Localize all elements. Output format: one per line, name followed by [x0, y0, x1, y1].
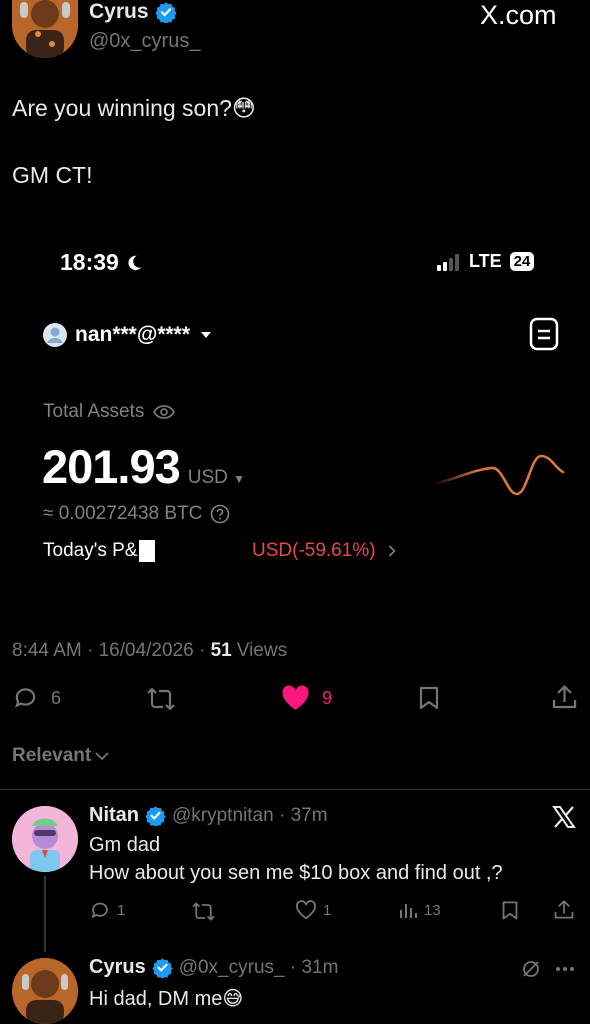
reply-count: 6 — [51, 687, 62, 708]
post-text-line1: Are you winning son?😳 — [12, 95, 256, 121]
reply-view-count: 13 — [424, 901, 441, 919]
reply-like-count: 1 — [323, 901, 332, 919]
reply-reply-action[interactable]: 1 — [89, 900, 125, 921]
todays-pnl-label: Today's P& — [43, 540, 138, 561]
network-label: LTE — [469, 251, 502, 271]
embedded-screenshot[interactable]: 18:39 LTE 24 nan***@**** Total Assets 20… — [0, 225, 590, 620]
total-assets-value: 201.93 — [42, 440, 181, 493]
reply-avatar-nitan[interactable] — [12, 806, 78, 872]
reply-header: Nitan @kryptnitan · 37m — [89, 804, 328, 827]
total-assets-row: 201.93 USD ▼ — [42, 439, 245, 494]
post-time[interactable]: 8:44 AM — [12, 640, 82, 662]
chevron-down-icon — [95, 751, 109, 761]
reply-icon — [12, 685, 39, 711]
share-icon[interactable] — [554, 899, 574, 921]
verified-badge-icon — [152, 957, 173, 978]
heart-outline-icon — [295, 900, 317, 920]
chevron-right-icon — [388, 545, 396, 557]
reply-text-line2: How about you sen me $10 box and find ou… — [89, 862, 503, 884]
status-right: LTE 24 — [437, 251, 535, 272]
share-icon[interactable] — [552, 684, 577, 711]
reply-author-handle[interactable]: @kryptnitan — [172, 805, 274, 827]
reply2-age[interactable]: 31m — [301, 957, 338, 979]
repost-icon[interactable] — [146, 686, 176, 712]
x-logo-icon — [552, 805, 576, 829]
reply-avatar-cyrus[interactable] — [12, 958, 78, 1024]
grok-icon[interactable] — [521, 959, 541, 979]
status-time-group: 18:39 — [60, 249, 143, 276]
reply-like-action[interactable]: 1 — [295, 900, 331, 920]
reply-views[interactable]: 13 — [398, 900, 441, 920]
account-label: nan***@**** — [75, 323, 191, 346]
reply-text-line1: Gm dad — [89, 834, 161, 856]
more-options-icon[interactable] — [555, 966, 575, 972]
todays-pnl-value-group[interactable]: USD(-59.61%) — [252, 540, 396, 562]
views-count: 51 — [210, 640, 232, 661]
total-assets-header: Total Assets — [43, 401, 176, 423]
meta-separator: · — [273, 804, 291, 826]
meta-separator: · — [193, 640, 211, 661]
meta-separator: · — [81, 640, 99, 661]
repost-icon[interactable] — [191, 901, 216, 922]
reply-action[interactable]: 6 — [12, 685, 61, 711]
reply2-text-line1: Hi dad, DM me😅 — [89, 988, 244, 1010]
bookmark-icon[interactable] — [418, 685, 440, 711]
status-time: 18:39 — [60, 249, 119, 275]
dropdown-caret-icon — [200, 330, 212, 340]
views-bar-chart-icon — [398, 900, 418, 920]
todays-pnl-value: USD(-59.61%) — [252, 540, 376, 561]
views-label: Views — [236, 640, 288, 661]
reply-reply-count: 1 — [117, 902, 126, 919]
battery-level: 24 — [513, 253, 531, 270]
bookmark-icon[interactable] — [501, 900, 519, 921]
verified-badge-icon — [145, 805, 166, 826]
verified-badge-icon — [154, 1, 177, 23]
moon-icon — [125, 254, 143, 272]
user-circle-icon — [42, 322, 68, 348]
author-avatar[interactable] — [12, 0, 78, 58]
reply2-author-handle[interactable]: @0x_cyrus_ — [179, 957, 285, 979]
redaction-block — [139, 540, 156, 562]
like-action[interactable]: 9 — [281, 685, 332, 711]
btc-row: ≈ 0.00272438 BTC — [43, 503, 230, 525]
todays-pnl-row[interactable]: Today's P& — [43, 540, 156, 562]
currency-caret-icon: ▼ — [233, 472, 246, 486]
currency-label: USD — [187, 467, 228, 488]
post-text-line2: GM CT! — [12, 162, 93, 188]
reply2-author-name[interactable]: Cyrus — [89, 956, 146, 979]
signal-bars-icon — [437, 253, 465, 271]
post-date[interactable]: 16/04/2026 — [99, 640, 194, 662]
author-name[interactable]: Cyrus — [89, 0, 149, 24]
like-count: 9 — [322, 687, 333, 708]
meta-separator: · — [284, 956, 302, 978]
sort-relevant-dropdown[interactable]: Relevant — [12, 745, 109, 767]
x-com-watermark: X.com — [480, 0, 557, 31]
history-document-icon[interactable] — [529, 317, 559, 351]
reply-author-name[interactable]: Nitan — [89, 804, 139, 827]
eye-icon[interactable] — [153, 405, 176, 419]
total-assets-label: Total Assets — [43, 401, 145, 422]
sparkline-chart — [433, 450, 565, 500]
watermark-text: X.com — [480, 0, 557, 30]
author-handle[interactable]: @0x_cyrus_ — [89, 30, 200, 53]
reply-age[interactable]: 37m — [291, 805, 328, 827]
heart-filled-icon — [281, 685, 310, 711]
post-meta: 8:44 AM · 16/04/2026 · 51 Views — [12, 640, 287, 662]
battery-icon: 24 — [509, 252, 535, 271]
thread-line — [44, 876, 46, 952]
account-selector[interactable]: nan***@**** — [42, 322, 212, 348]
author-name-row: Cyrus — [89, 0, 177, 24]
btc-value: ≈ 0.00272438 BTC — [43, 503, 203, 524]
reply2-header: Cyrus @0x_cyrus_ · 31m — [89, 956, 338, 979]
reply-icon — [89, 900, 111, 921]
sort-label: Relevant — [12, 745, 92, 766]
divider — [0, 789, 590, 790]
currency-selector[interactable]: USD ▼ — [188, 467, 245, 489]
help-circle-icon[interactable] — [210, 504, 230, 524]
